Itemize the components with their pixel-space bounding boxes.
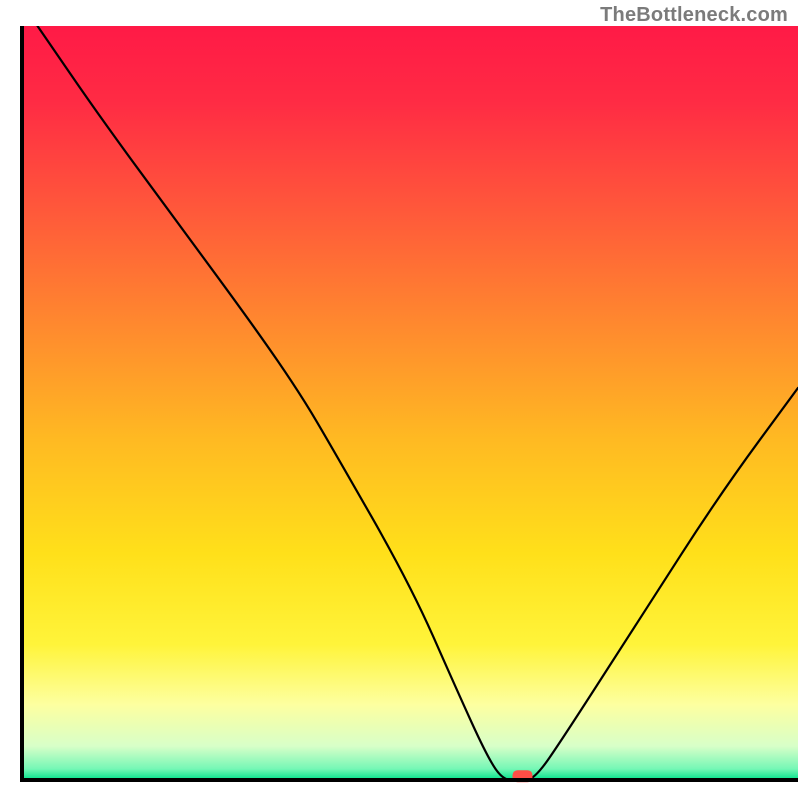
bottleneck-chart <box>0 0 800 800</box>
chart-stage: TheBottleneck.com <box>0 0 800 800</box>
gradient-background <box>22 26 798 780</box>
